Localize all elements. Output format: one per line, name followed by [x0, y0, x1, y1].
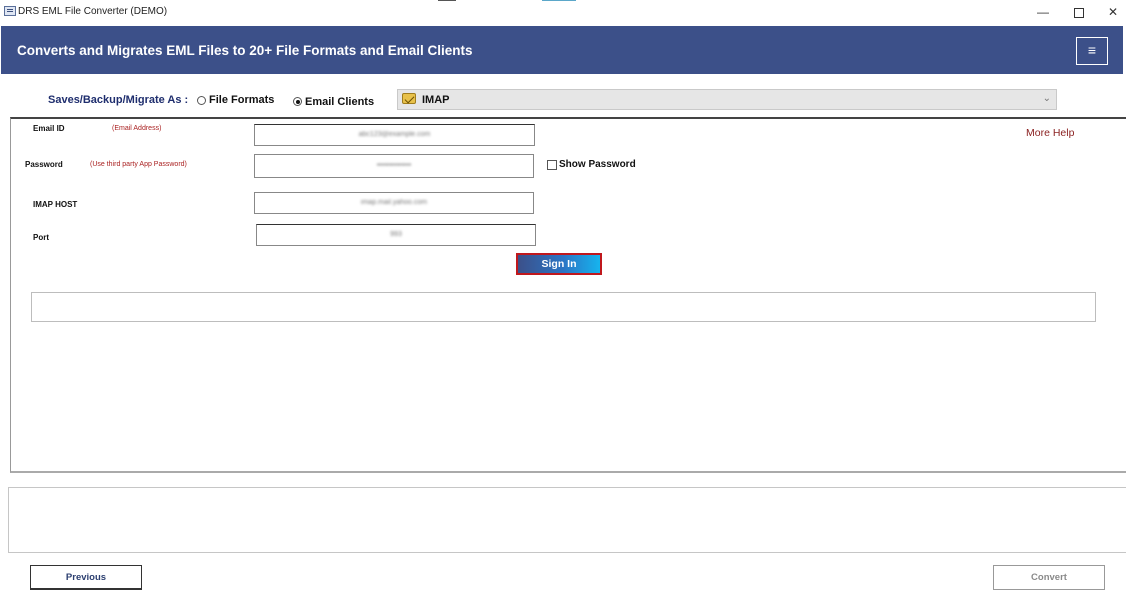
password-input[interactable]: •••••••••••••• [254, 154, 534, 178]
email-client-select-value: IMAP [422, 94, 450, 106]
email-clients-radio[interactable] [293, 97, 302, 106]
imap-host-input[interactable]: imap.mail.yahoo.com [254, 192, 534, 214]
imap-host-input-value: imap.mail.yahoo.com [360, 199, 428, 206]
file-formats-radio[interactable] [197, 96, 206, 105]
email-id-hint: (Email Address) [112, 125, 162, 132]
email-input-value: abc123@example.com [358, 131, 431, 138]
port-input[interactable]: 993 [256, 224, 536, 246]
email-input[interactable]: abc123@example.com [254, 124, 535, 146]
port-input-value: 993 [390, 231, 402, 238]
status-box [31, 292, 1096, 322]
imap-icon [402, 93, 416, 104]
convert-button[interactable]: Convert [993, 565, 1105, 590]
port-label: Port [33, 233, 49, 242]
password-hint: (Use third party App Password) [90, 161, 187, 168]
app-icon [4, 6, 16, 16]
email-client-select[interactable]: IMAP ⌄ [397, 89, 1057, 110]
header-banner: Converts and Migrates EML Files to 20+ F… [1, 26, 1123, 74]
chevron-down-icon[interactable]: ⌄ [1043, 93, 1051, 104]
password-label: Password [25, 160, 63, 169]
email-id-label: Email ID [33, 124, 65, 133]
show-password-label[interactable]: Show Password [559, 159, 636, 170]
banner-title: Converts and Migrates EML Files to 20+ F… [17, 43, 473, 58]
log-panel [8, 487, 1126, 553]
save-as-label: Saves/Backup/Migrate As : [48, 94, 189, 106]
menu-button[interactable]: ≡ [1076, 37, 1108, 65]
title-bar-accent [542, 0, 576, 1]
close-icon: ✕ [1107, 5, 1119, 19]
show-password-checkbox[interactable] [547, 160, 557, 170]
maximize-button[interactable] [1064, 3, 1094, 21]
maximize-icon [1074, 7, 1084, 18]
sign-in-button[interactable]: Sign In [516, 253, 602, 275]
window-title: DRS EML File Converter (DEMO) [18, 6, 168, 17]
minimize-button[interactable]: — [1028, 3, 1058, 21]
title-bar [0, 0, 1126, 24]
hamburger-icon: ≡ [1087, 42, 1097, 58]
imap-host-label: IMAP HOST [33, 200, 78, 209]
password-input-value: •••••••••••••• [376, 162, 412, 169]
title-bar-accent [438, 0, 456, 1]
file-formats-label[interactable]: File Formats [209, 94, 274, 106]
previous-button[interactable]: Previous [30, 565, 142, 590]
more-help-link[interactable]: More Help [1026, 127, 1074, 139]
minimize-icon: — [1037, 5, 1049, 19]
email-clients-label[interactable]: Email Clients [305, 96, 374, 108]
close-button[interactable]: ✕ [1098, 3, 1126, 21]
